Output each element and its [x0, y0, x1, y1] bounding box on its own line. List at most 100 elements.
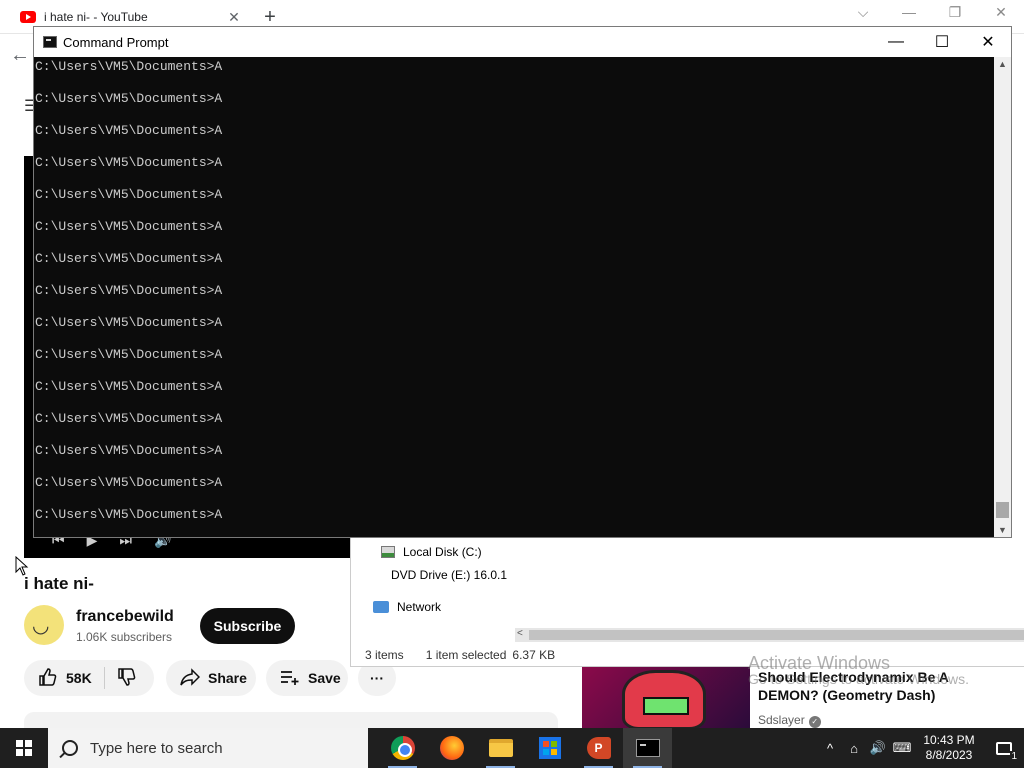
share-label: Share: [208, 670, 247, 686]
tab-title: i hate ni- - YouTube: [44, 10, 148, 24]
video-title: i hate ni-: [24, 574, 94, 593]
youtube-favicon-icon: [20, 11, 36, 23]
like-icon[interactable]: [38, 667, 58, 690]
command-prompt-icon: [43, 36, 57, 48]
taskbar-firefox[interactable]: [427, 728, 476, 768]
demon-face-image: [622, 670, 706, 730]
subscriber-count: 1.06K subscribers: [76, 630, 173, 644]
cmd-vertical-scrollbar[interactable]: ▲ ▼: [994, 57, 1011, 537]
subscribe-button[interactable]: Subscribe: [200, 608, 295, 644]
maximize-button[interactable]: ☐: [919, 27, 965, 57]
tree-item-label: Local Disk (C:): [403, 545, 482, 559]
powerpoint-icon: P: [586, 737, 611, 759]
dislike-icon[interactable]: [117, 667, 137, 690]
show-hidden-icons-icon[interactable]: ^: [818, 741, 842, 756]
minimize-button[interactable]: —: [873, 27, 919, 57]
cmd-line: C:\Users\VM5\Documents>A: [35, 59, 223, 74]
like-count[interactable]: 58K: [66, 670, 92, 686]
start-button[interactable]: [0, 728, 48, 768]
tab-close-icon[interactable]: ✕: [226, 9, 242, 25]
explorer-statusbar: 3 items 1 item selected 6.37 KB: [365, 648, 555, 662]
cmd-line: C:\Users\VM5\Documents>A: [35, 443, 223, 458]
browser-minimize-button[interactable]: —: [894, 4, 924, 20]
recommended-channel[interactable]: Sdslayer ✓: [758, 713, 821, 728]
cmd-titlebar[interactable]: Command Prompt — ☐ ✕: [34, 27, 1011, 57]
cmd-line: C:\Users\VM5\Documents>A: [35, 347, 223, 362]
cmd-title: Command Prompt: [63, 34, 169, 50]
file-explorer-icon: [488, 739, 513, 757]
cmd-line: C:\Users\VM5\Documents>A: [35, 315, 223, 330]
cmd-line: C:\Users\VM5\Documents>A: [35, 155, 223, 170]
firefox-icon: [439, 736, 464, 760]
cmd-line: C:\Users\VM5\Documents>A: [35, 411, 223, 426]
verified-icon: ✓: [808, 716, 821, 728]
tree-item-local-disk[interactable]: Local Disk (C:): [381, 545, 482, 559]
taskbar-search[interactable]: Type here to search: [48, 728, 368, 768]
chrome-icon: [390, 736, 415, 760]
selection-count: 1 item selected: [425, 648, 507, 662]
like-dislike-group: 58K: [24, 660, 154, 696]
share-icon: [180, 667, 201, 689]
channel-avatar[interactable]: [24, 605, 64, 645]
item-count: 3 items: [365, 648, 404, 662]
action-center-button[interactable]: 1: [984, 728, 1024, 768]
drive-icon: [381, 546, 395, 558]
tree-item-label: DVD Drive (E:) 16.0.1: [391, 568, 507, 582]
tab-search-icon[interactable]: ⌵: [848, 4, 878, 21]
cmd-line: C:\Users\VM5\Documents>A: [35, 507, 223, 522]
horizontal-scrollbar[interactable]: <: [515, 628, 1024, 642]
tree-item-network[interactable]: Network: [373, 600, 441, 614]
cmd-line: C:\Users\VM5\Documents>A: [35, 187, 223, 202]
clock[interactable]: 10:43 PM 8/8/2023: [914, 733, 984, 763]
recommended-channel-name: Sdslayer: [758, 713, 805, 727]
taskbar-file-explorer[interactable]: [476, 728, 525, 768]
keyboard-icon[interactable]: ⌨: [890, 740, 914, 756]
cmd-line: C:\Users\VM5\Documents>A: [35, 475, 223, 490]
browser-close-button[interactable]: ✕: [986, 4, 1016, 21]
taskbar-store[interactable]: [525, 728, 574, 768]
save-button[interactable]: Save: [266, 660, 348, 696]
recommended-thumbnail[interactable]: [582, 666, 750, 730]
tree-item-label: Network: [397, 600, 442, 614]
tree-item-dvd-drive[interactable]: DVD Drive (E:) 16.0.1: [383, 568, 507, 582]
divider: [103, 667, 105, 689]
taskbar-chrome[interactable]: [378, 728, 427, 768]
save-playlist-icon: [280, 669, 300, 688]
search-icon: [62, 740, 78, 756]
cmd-line: C:\Users\VM5\Documents>A: [35, 123, 223, 138]
taskbar-command-prompt[interactable]: [623, 728, 672, 768]
cmd-output[interactable]: C:\Users\VM5\Documents>A C:\Users\VM5\Do…: [34, 57, 994, 537]
scroll-down-icon[interactable]: ▼: [998, 525, 1007, 535]
command-prompt-window[interactable]: Command Prompt — ☐ ✕ C:\Users\VM5\Docume…: [33, 26, 1012, 538]
network-icon: [373, 601, 389, 613]
volume-icon[interactable]: 🔊: [866, 740, 890, 756]
cmd-line: C:\Users\VM5\Documents>A: [35, 379, 223, 394]
selection-size: 6.37 KB: [512, 648, 556, 662]
browser-restore-button[interactable]: ❐: [940, 4, 970, 21]
clock-time: 10:43 PM: [923, 733, 975, 747]
scroll-up-icon[interactable]: ▲: [998, 59, 1007, 69]
system-tray: ^ ⌂ 🔊 ⌨ 10:43 PM 8/8/2023 1: [818, 728, 1024, 768]
activate-windows-watermark: Activate Windows Go to Settings to activ…: [748, 652, 969, 686]
command-prompt-icon: [635, 739, 660, 757]
search-placeholder: Type here to search: [90, 739, 223, 757]
taskbar-powerpoint[interactable]: P: [574, 728, 623, 768]
windows-logo-icon: [16, 740, 32, 756]
cmd-line: C:\Users\VM5\Documents>A: [35, 91, 223, 106]
close-button[interactable]: ✕: [965, 27, 1011, 57]
scrollbar-thumb[interactable]: [996, 502, 1009, 518]
cmd-line: C:\Users\VM5\Documents>A: [35, 251, 223, 266]
channel-name[interactable]: francebewild: [76, 608, 174, 626]
network-status-icon[interactable]: ⌂: [842, 741, 866, 756]
scrollbar-thumb[interactable]: [529, 630, 1024, 640]
microsoft-store-icon: [538, 737, 561, 759]
notification-count: 1: [1010, 751, 1018, 762]
back-arrow-icon[interactable]: ←: [10, 44, 30, 67]
watermark-subtitle: Go to Settings to activate Windows.: [748, 671, 969, 687]
share-button[interactable]: Share: [166, 660, 256, 696]
file-explorer-window: Local Disk (C:) DVD Drive (E:) 16.0.1 Ne…: [350, 537, 1024, 667]
clock-date: 8/8/2023: [925, 748, 973, 762]
cmd-line: C:\Users\VM5\Documents>A: [35, 283, 223, 298]
save-label: Save: [308, 670, 341, 686]
scroll-left-icon[interactable]: <: [517, 628, 523, 639]
